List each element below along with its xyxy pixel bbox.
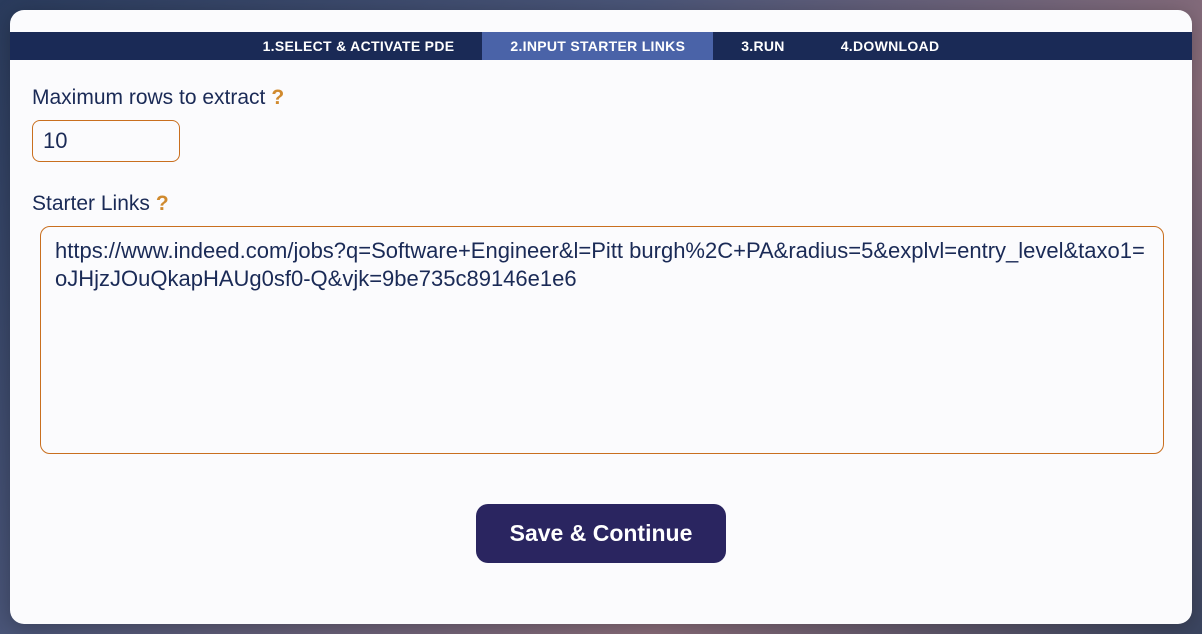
starter-links-textarea[interactable]	[40, 226, 1164, 454]
max-rows-help-icon[interactable]: ?	[271, 86, 284, 110]
max-rows-label: Maximum rows to extract	[32, 86, 265, 110]
tab-run[interactable]: 3.RUN	[713, 32, 813, 60]
starter-links-help-icon[interactable]: ?	[156, 192, 169, 216]
wizard-card: 1.SELECT & ACTIVATE PDE 2.INPUT STARTER …	[10, 10, 1192, 624]
wizard-content: Maximum rows to extract ? Starter Links …	[10, 60, 1192, 624]
max-rows-label-row: Maximum rows to extract ?	[32, 86, 1170, 110]
starter-links-label: Starter Links	[32, 192, 150, 216]
tab-input-starter-links[interactable]: 2.INPUT STARTER LINKS	[482, 32, 713, 60]
save-continue-button[interactable]: Save & Continue	[476, 504, 727, 563]
max-rows-input[interactable]	[32, 120, 180, 162]
button-row: Save & Continue	[32, 504, 1170, 563]
tab-select-activate-pde[interactable]: 1.SELECT & ACTIVATE PDE	[235, 32, 483, 60]
tab-download[interactable]: 4.DOWNLOAD	[813, 32, 968, 60]
wizard-tabs: 1.SELECT & ACTIVATE PDE 2.INPUT STARTER …	[10, 32, 1192, 60]
starter-links-label-row: Starter Links ?	[32, 192, 1170, 216]
